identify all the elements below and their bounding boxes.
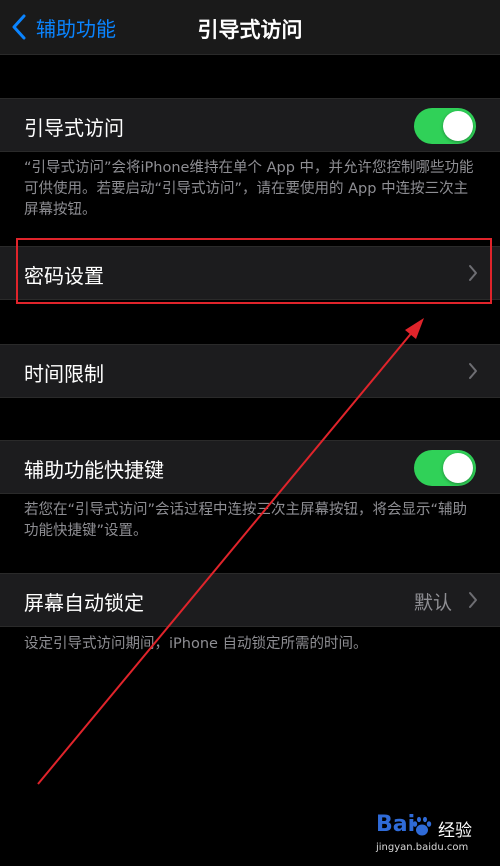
auto-lock-value: 默认: [413, 592, 452, 614]
guided-access-toggle[interactable]: [414, 108, 476, 144]
watermark-jingyan: 经验: [438, 821, 472, 841]
toggle-knob: [443, 453, 473, 483]
chevron-right-icon: [469, 363, 477, 379]
auto-lock-row[interactable]: 屏幕自动锁定 默认: [0, 573, 500, 627]
chevron-right-icon: [469, 592, 477, 608]
accessibility-shortcut-footer: 若您在“引导式访问”会话过程中连按三次主屏幕按钮，将会显示“辅助功能快捷键”设置…: [24, 502, 468, 539]
guided-access-row: 引导式访问: [0, 98, 500, 152]
time-limits-row[interactable]: 时间限制: [0, 344, 500, 398]
auto-lock-footer: 设定引导式访问期间，iPhone 自动锁定所需的时间。: [24, 636, 368, 652]
baidu-watermark: Bai 经验 jingyan.baidu.com: [376, 812, 486, 860]
accessibility-shortcut-toggle[interactable]: [414, 450, 476, 486]
highlight-box: [16, 238, 492, 304]
page-title: 引导式访问: [197, 18, 303, 42]
auto-lock-label: 屏幕自动锁定: [24, 591, 144, 615]
navigation-bar: 辅助功能 引导式访问: [0, 0, 500, 55]
time-limits-label: 时间限制: [24, 362, 104, 386]
guided-access-footer: “引导式访问”会将iPhone维持在单个 App 中，并允许您控制哪些功能可供使…: [24, 160, 474, 218]
guided-access-label: 引导式访问: [24, 116, 124, 140]
accessibility-shortcut-label: 辅助功能快捷键: [24, 458, 164, 482]
baidu-paw-icon: [412, 816, 432, 836]
toggle-knob: [443, 111, 473, 141]
accessibility-shortcut-row: 辅助功能快捷键: [0, 440, 500, 494]
watermark-url: jingyan.baidu.com: [376, 842, 469, 853]
